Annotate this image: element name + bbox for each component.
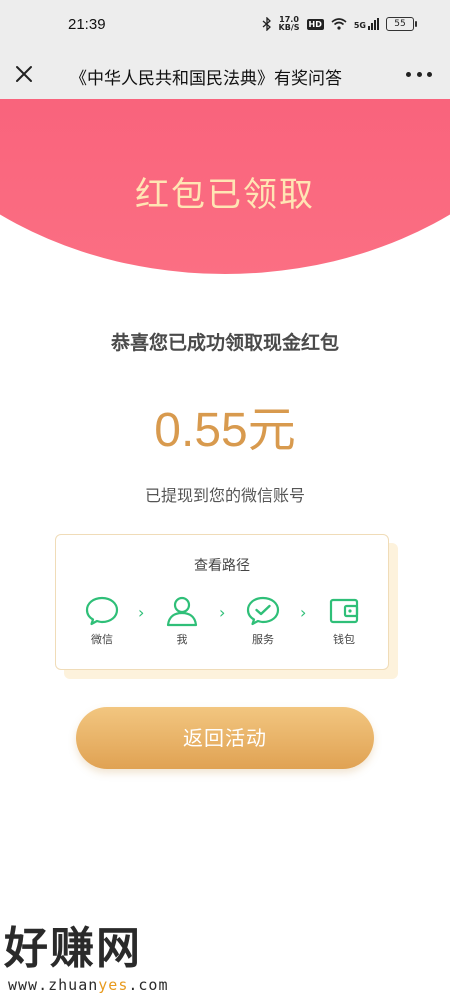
chevron-right-icon: › <box>219 603 226 622</box>
watermark-url-prefix: www.zhuan <box>8 976 99 994</box>
path-step-me: 我 <box>152 595 212 647</box>
watermark: 好赚网 www.zhuanyes.com <box>4 912 169 994</box>
wallet-icon <box>329 598 359 624</box>
red-packet-amount: 0.55元 <box>154 404 296 457</box>
path-step-label: 我 <box>176 633 188 646</box>
path-step-services: 服务 <box>233 595 293 647</box>
path-step-label: 微信 <box>91 633 113 646</box>
wifi-icon <box>331 18 347 30</box>
watermark-brand: 好赚网 <box>4 923 142 974</box>
signal-bar <box>377 18 379 30</box>
more-options-icon[interactable] <box>406 64 432 84</box>
withdraw-note: 已提现到您的微信账号 <box>144 486 305 505</box>
watermark-url-suffix: .com <box>128 976 169 994</box>
signal-bar <box>374 20 376 30</box>
page-title: 《中华人民共和国民法典》有奖问答 <box>70 69 342 89</box>
bluetooth-icon <box>262 17 271 31</box>
person-icon <box>166 596 198 627</box>
status-bar: 21:39 17.0 KB/S HD 5G 55 <box>0 0 450 52</box>
banner-title: 红包已领取 <box>135 175 315 215</box>
path-step-wallet: 钱包 <box>314 595 374 647</box>
nav-bar: 《中华人民共和国民法典》有奖问答 <box>0 52 450 99</box>
battery-icon: 55 <box>386 17 417 31</box>
header-banner: 红包已领取 <box>0 99 450 275</box>
more-dot <box>427 71 432 77</box>
status-icons: 17.0 KB/S HD 5G 55 <box>262 16 417 32</box>
more-dot <box>406 71 411 77</box>
chat-bubble-icon <box>85 596 119 626</box>
close-icon[interactable] <box>14 64 34 84</box>
network-speed: 17.0 KB/S <box>279 16 300 32</box>
watermark-url: www.zhuanyes.com <box>8 976 169 994</box>
cellular-signal: 5G <box>354 18 379 30</box>
signal-bar <box>368 26 370 30</box>
path-step-label: 服务 <box>252 633 274 646</box>
congrats-text: 恭喜您已成功领取现金红包 <box>110 332 339 354</box>
status-time: 21:39 <box>68 16 106 33</box>
path-card: 查看路径 微信 › 我 › 服务 › 钱包 <box>55 534 389 670</box>
chevron-right-icon: › <box>138 603 145 622</box>
path-card-title: 查看路径 <box>194 558 250 574</box>
signal-bar <box>371 23 373 30</box>
path-step-label: 钱包 <box>333 633 355 646</box>
network-speed-unit: KB/S <box>278 23 300 32</box>
more-dot <box>416 71 422 77</box>
return-activity-button[interactable]: 返回活动 <box>76 707 374 769</box>
hd-badge: HD <box>306 18 324 30</box>
watermark-url-highlight: yes <box>98 976 129 994</box>
check-bubble-icon <box>246 596 280 626</box>
network-type: 5G <box>353 21 366 30</box>
chevron-right-icon: › <box>300 603 307 622</box>
battery-level: 55 <box>394 19 406 29</box>
path-step-wechat: 微信 <box>72 595 132 647</box>
